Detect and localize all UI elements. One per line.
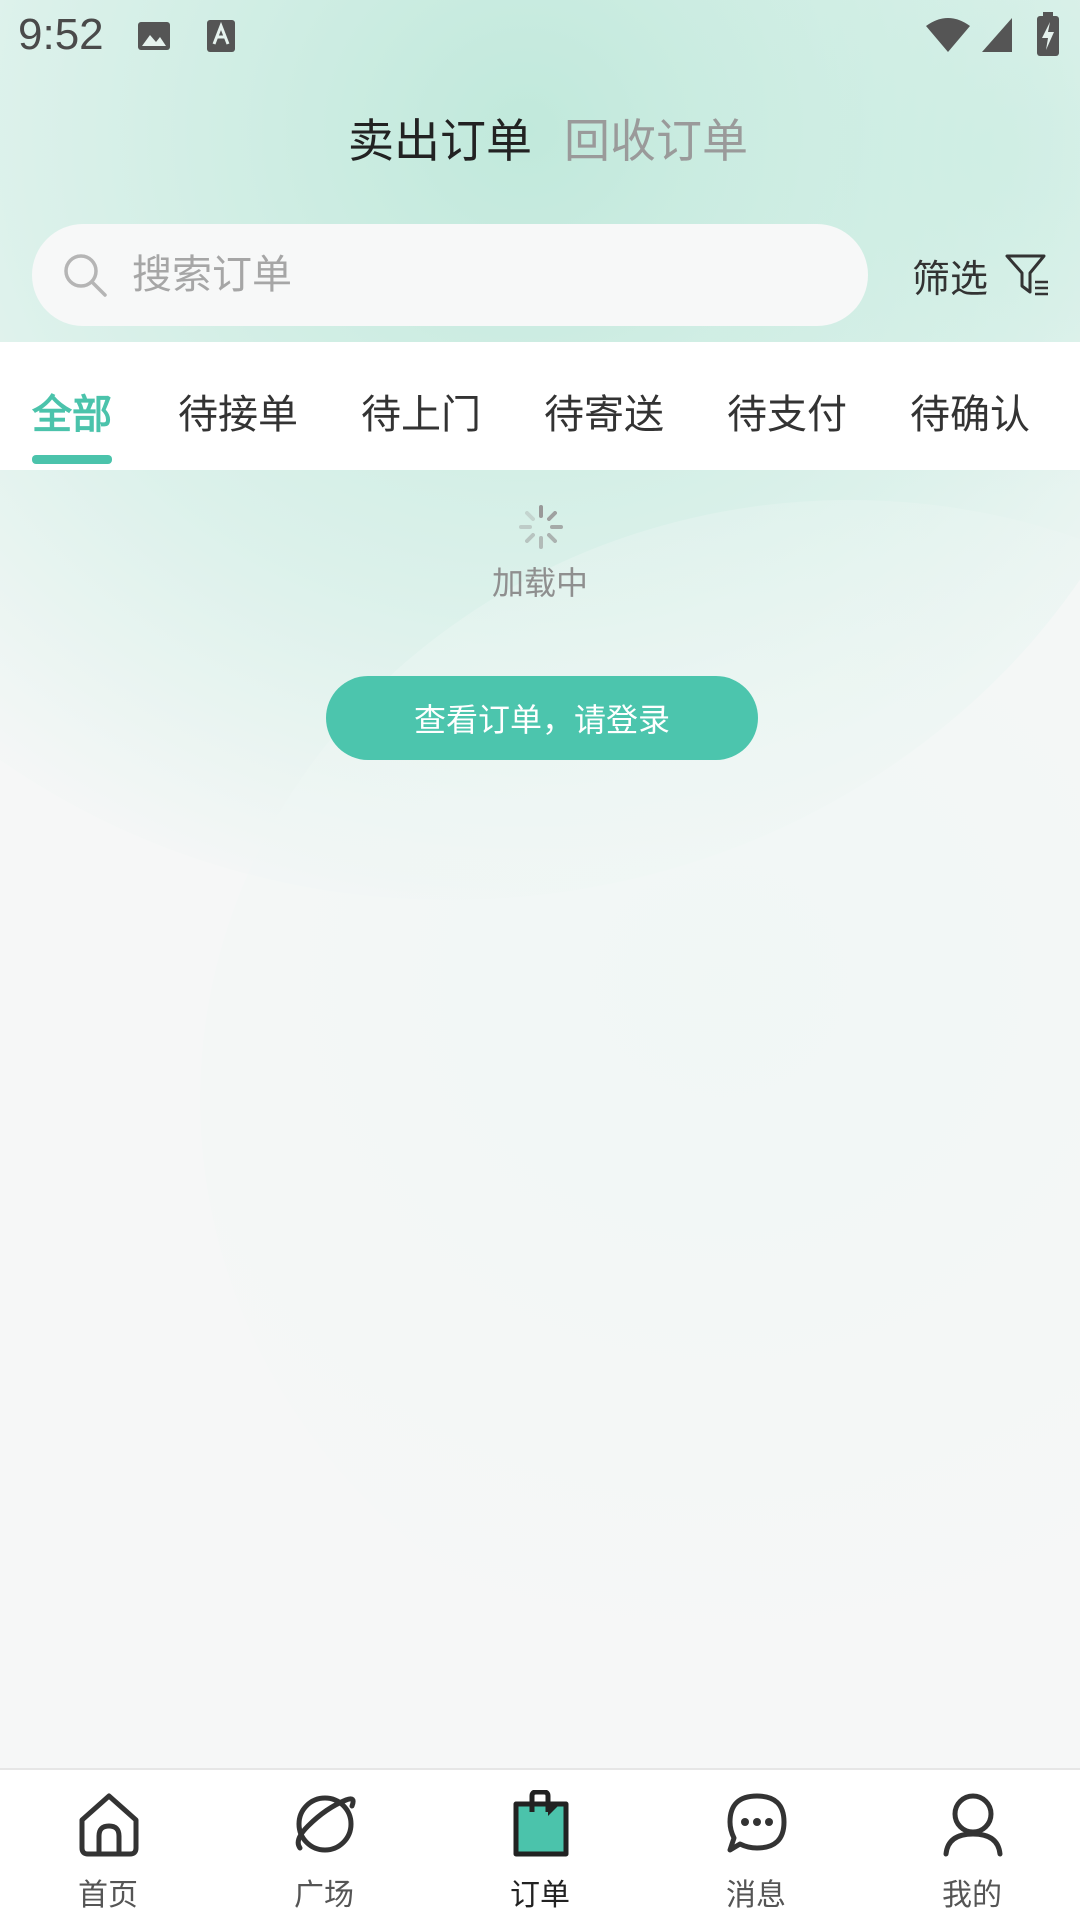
status-bar: 9:52 [0, 0, 1080, 72]
status-time: 9:52 [18, 10, 104, 59]
filter-button[interactable]: 筛选 [912, 245, 1052, 305]
nav-label-home: 首页 [78, 1878, 138, 1913]
battery-charging-icon [1037, 12, 1059, 56]
status-tab-pending-accept[interactable]: 待接单 [178, 382, 298, 440]
status-tab-all[interactable]: 全部 [32, 382, 112, 440]
search-icon [64, 254, 107, 297]
nav-label-plaza: 广场 [294, 1878, 354, 1913]
active-tab-indicator [32, 455, 112, 464]
order-type-tabs: 卖出订单 回收订单 [0, 105, 1080, 175]
order-status-tabs: 全部 待接单 待上门 待寄送 待支付 待确认 [0, 342, 1080, 470]
home-icon [79, 1793, 139, 1857]
nav-label-mine: 我的 [942, 1878, 1002, 1913]
planet-icon [295, 1795, 356, 1853]
loading-spinner-icon [519, 505, 563, 549]
bottom-navigation: 首页 广场 订单 消息 我的 [0, 1768, 1080, 1920]
login-to-view-orders-button[interactable]: 查看订单，请登录 [326, 676, 758, 760]
nav-item-mine[interactable]: 我的 [892, 1770, 1052, 1920]
search-bar[interactable] [32, 224, 868, 326]
app-root: 9:52 卖出订单 回收订单 筛选 [0, 0, 1080, 1920]
nav-item-messages[interactable]: 消息 [676, 1770, 836, 1920]
image-icon [138, 22, 170, 50]
status-tab-pending-confirm[interactable]: 待确认 [910, 382, 1030, 440]
filter-label: 筛选 [912, 256, 989, 301]
loading-text: 加载中 [491, 564, 588, 602]
filter-funnel-icon [1005, 254, 1049, 296]
cell-signal-icon [982, 18, 1012, 52]
nav-item-orders[interactable]: 订单 [460, 1770, 620, 1920]
nav-item-plaza[interactable]: 广场 [244, 1770, 404, 1920]
status-tab-pending-pay[interactable]: 待支付 [727, 382, 847, 440]
nav-item-home[interactable]: 首页 [28, 1770, 188, 1920]
tab-recycle-orders[interactable]: 回收订单 [564, 105, 748, 171]
status-tab-pending-visit[interactable]: 待上门 [361, 382, 481, 440]
status-tab-pending-ship[interactable]: 待寄送 [544, 382, 664, 440]
chat-bubble-icon [727, 1793, 787, 1853]
nav-label-messages: 消息 [726, 1878, 786, 1913]
search-input[interactable] [130, 246, 834, 304]
wifi-icon [926, 18, 970, 52]
order-clipboard-icon [513, 1790, 569, 1857]
nav-label-orders: 订单 [510, 1878, 570, 1913]
tab-sell-orders[interactable]: 卖出订单 [348, 105, 532, 171]
text-a-icon [207, 20, 235, 52]
user-icon [943, 1793, 1003, 1857]
